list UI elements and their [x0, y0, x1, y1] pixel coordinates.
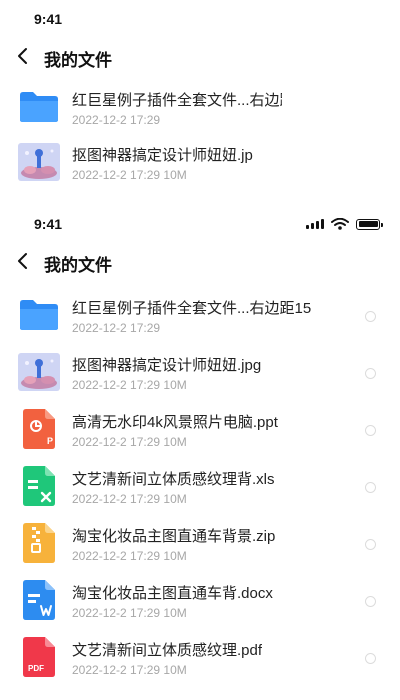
- select-radio[interactable]: [365, 482, 376, 493]
- zip-icon: [18, 523, 60, 563]
- list-item[interactable]: 淘宝化妆品主图直通车背景.zip 2022-12-2 17:29 10M: [0, 514, 400, 571]
- file-meta: 2022-12-2 17:29 10M: [72, 378, 187, 392]
- file-list: 红巨星例子插件全套文件...右边距15 2022-12-2 17:29 抠图神器…: [0, 286, 400, 685]
- file-size: 10M: [163, 492, 187, 506]
- file-size: 10M: [163, 606, 187, 620]
- back-arrow-icon[interactable]: [14, 251, 34, 271]
- navigation-bar: 我的文件: [0, 38, 400, 78]
- image-thumbnail-icon: [18, 353, 60, 391]
- image-thumbnail-icon: [18, 143, 60, 181]
- file-meta: 2022-12-2 17:29 10M: [72, 663, 187, 677]
- file-date: 2022-12-2 17:29: [72, 435, 161, 449]
- status-time: 9:41: [34, 216, 63, 232]
- file-meta: 2022-12-2 17:29 10M: [72, 606, 187, 620]
- file-name: 高清无水印4k风景照片电脑.ppt: [72, 414, 278, 431]
- file-name: 红巨星例子插件全套文件...右边距15: [72, 92, 282, 109]
- navigation-bar: 我的文件: [0, 243, 400, 283]
- pdf-icon-label: PDF: [28, 664, 44, 673]
- file-size: 10M: [163, 435, 187, 449]
- list-item[interactable]: 红巨星例子插件全套文件...右边距15 2022-12-2 17:29: [0, 78, 400, 133]
- file-meta: 2022-12-2 17:29 10M: [72, 435, 187, 449]
- list-item[interactable]: 抠图神器搞定设计师妞妞.jp 2022-12-2 17:29 10M: [0, 133, 400, 190]
- status-icons: [306, 218, 383, 230]
- file-name: 抠图神器搞定设计师妞妞.jpg: [72, 357, 262, 374]
- back-arrow-icon[interactable]: [14, 46, 34, 66]
- file-date: 2022-12-2 17:29: [72, 663, 161, 677]
- file-date: 2022-12-2 17:29: [72, 549, 161, 563]
- list-item[interactable]: 红巨星例子插件全套文件...右边距15 2022-12-2 17:29: [0, 286, 400, 343]
- file-date: 2022-12-2 17:29: [72, 378, 161, 392]
- wifi-icon: [331, 218, 349, 230]
- docx-icon: [18, 580, 60, 620]
- status-time: 9:41: [34, 11, 63, 27]
- page-title: 我的文件: [44, 51, 112, 70]
- pdf-icon: PDF: [18, 637, 60, 677]
- file-size: 10M: [163, 378, 187, 392]
- select-radio[interactable]: [365, 368, 376, 379]
- file-meta: 2022-12-2 17:29 10M: [72, 492, 187, 506]
- battery-icon: [356, 218, 383, 230]
- file-name: 文艺清新间立体质感纹理.pdf: [72, 642, 263, 659]
- status-bar: 9:41: [0, 205, 400, 243]
- file-name: 文艺清新间立体质感纹理背.xls: [72, 471, 275, 488]
- preview-file-list: 红巨星例子插件全套文件...右边距15 2022-12-2 17:29 抠图神器…: [0, 78, 400, 190]
- file-name: 红巨星例子插件全套文件...右边距15: [72, 300, 312, 317]
- file-meta: 2022-12-2 17:29: [72, 113, 160, 127]
- folder-icon: [18, 296, 60, 334]
- select-radio[interactable]: [365, 311, 376, 322]
- select-radio[interactable]: [365, 596, 376, 607]
- ppt-icon: P: [18, 409, 60, 449]
- files-screen: 9:41 我的文件 红巨星例子插件全套文件...右边距15 2022-12-2 …: [0, 205, 400, 700]
- list-item[interactable]: P 高清无水印4k风景照片电脑.ppt 2022-12-2 17:29 10M: [0, 400, 400, 457]
- file-size: 10M: [163, 663, 187, 677]
- status-bar: 9:41: [0, 0, 400, 38]
- list-item[interactable]: 淘宝化妆品主图直通车背.docx 2022-12-2 17:29 10M: [0, 571, 400, 628]
- select-radio[interactable]: [365, 653, 376, 664]
- page-title: 我的文件: [44, 256, 112, 275]
- select-radio[interactable]: [365, 539, 376, 550]
- folder-icon: [18, 88, 60, 126]
- file-name: 淘宝化妆品主图直通车背景.zip: [72, 528, 276, 545]
- select-radio[interactable]: [365, 425, 376, 436]
- cellular-signal-icon: [306, 219, 324, 229]
- file-size: 10M: [163, 168, 187, 182]
- file-meta: 2022-12-2 17:29: [72, 321, 160, 335]
- file-date: 2022-12-2 17:29: [72, 168, 161, 182]
- file-name: 淘宝化妆品主图直通车背.docx: [72, 585, 273, 602]
- list-item[interactable]: PDF 文艺清新间立体质感纹理.pdf 2022-12-2 17:29 10M: [0, 628, 400, 685]
- list-item[interactable]: 文艺清新间立体质感纹理背.xls 2022-12-2 17:29 10M: [0, 457, 400, 514]
- ppt-icon-label: P: [47, 436, 53, 446]
- file-meta: 2022-12-2 17:29 10M: [72, 168, 187, 182]
- preview-screen: 9:41 我的文件 红巨星例子插件全套文件...右边距15 2022-12-2 …: [0, 0, 400, 205]
- file-size: 10M: [163, 549, 187, 563]
- file-date: 2022-12-2 17:29: [72, 113, 161, 127]
- file-name: 抠图神器搞定设计师妞妞.jp: [72, 147, 253, 164]
- list-item[interactable]: 抠图神器搞定设计师妞妞.jpg 2022-12-2 17:29 10M: [0, 343, 400, 400]
- file-date: 2022-12-2 17:29: [72, 606, 161, 620]
- file-date: 2022-12-2 17:29: [72, 321, 161, 335]
- xls-icon: [18, 466, 60, 506]
- file-date: 2022-12-2 17:29: [72, 492, 161, 506]
- file-meta: 2022-12-2 17:29 10M: [72, 549, 187, 563]
